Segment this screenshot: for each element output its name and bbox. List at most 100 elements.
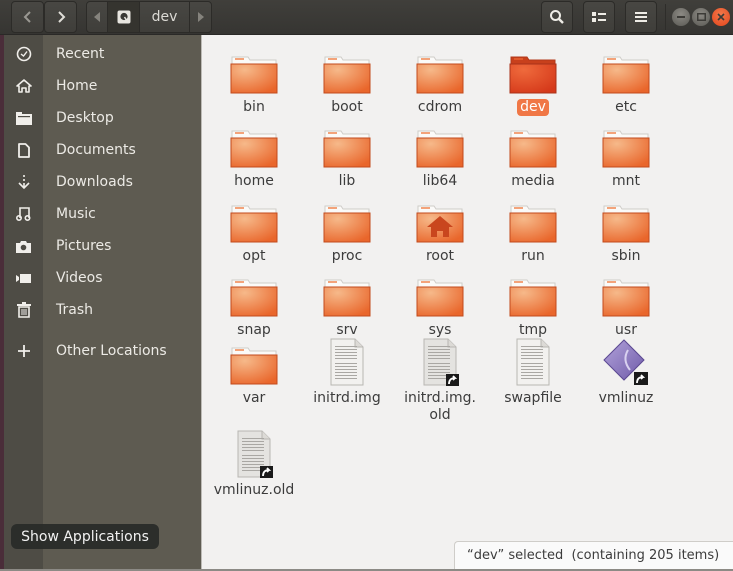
folder-icon — [509, 121, 557, 169]
file-item-vmlinuz[interactable]: vmlinuz — [581, 338, 671, 407]
maximize-button[interactable] — [692, 8, 710, 26]
video-icon — [4, 273, 43, 284]
file-manager-window: dev Recent Home Desktop Documents Downlo… — [0, 0, 733, 571]
text-file-symlink-icon — [416, 338, 464, 386]
file-name-label: srv — [336, 322, 358, 338]
file-item-cdrom[interactable]: cdrom — [395, 47, 485, 116]
path-segment-dev[interactable]: dev — [140, 2, 190, 32]
forward-button[interactable] — [44, 1, 77, 33]
file-name-label: media — [511, 173, 555, 189]
file-item-usr[interactable]: usr — [581, 270, 671, 339]
sidebar-item-music[interactable]: Music — [4, 198, 201, 230]
file-item-mnt[interactable]: mnt — [581, 121, 671, 190]
file-item-lib[interactable]: lib — [302, 121, 392, 190]
folder-icon — [230, 338, 278, 386]
file-item-swapfile[interactable]: swapfile — [488, 338, 578, 407]
music-icon — [4, 207, 43, 221]
path-segment-label: dev — [151, 9, 178, 25]
folder-icon — [230, 196, 278, 244]
sidebar-item-recent[interactable]: Recent — [4, 38, 201, 70]
camera-icon — [4, 240, 43, 253]
sidebar-item-label: Videos — [56, 270, 103, 286]
file-name-label: usr — [615, 322, 637, 338]
file-item-media[interactable]: media — [488, 121, 578, 190]
places-sidebar: Recent Home Desktop Documents Downloads … — [4, 35, 201, 571]
file-item-run[interactable]: run — [488, 196, 578, 265]
list-view-icon — [592, 12, 606, 22]
file-item-opt[interactable]: opt — [209, 196, 299, 265]
search-button[interactable] — [541, 1, 573, 33]
clock-icon — [4, 46, 43, 62]
file-name-label: run — [521, 248, 545, 264]
chevron-left-icon — [23, 11, 31, 23]
search-icon — [550, 10, 564, 24]
folder-icon — [416, 47, 464, 95]
triangle-left-icon — [94, 12, 100, 22]
folder-icon — [602, 47, 650, 95]
sidebar-item-videos[interactable]: Videos — [4, 262, 201, 294]
folder-icon — [509, 196, 557, 244]
folder-icon — [323, 196, 371, 244]
sidebar-item-desktop[interactable]: Desktop — [4, 102, 201, 134]
file-item-initrd-img[interactable]: initrd.img — [302, 338, 392, 407]
close-icon — [717, 13, 725, 21]
plus-icon — [4, 345, 43, 357]
file-name-label: bin — [243, 99, 265, 115]
sidebar-item-label: Downloads — [56, 174, 133, 190]
sidebar-item-label: Music — [56, 206, 96, 222]
sidebar-item-label: Home — [56, 78, 98, 94]
folder-icon — [323, 270, 371, 318]
file-item-etc[interactable]: etc — [581, 47, 671, 116]
file-item-sbin[interactable]: sbin — [581, 196, 671, 265]
file-item-initrd-img-old[interactable]: initrd.img. old — [395, 338, 485, 424]
sidebar-item-documents[interactable]: Documents — [4, 134, 201, 166]
file-name-label: swapfile — [504, 390, 562, 406]
sidebar-item-label: Desktop — [56, 110, 114, 126]
sidebar-item-label: Pictures — [56, 238, 112, 254]
download-icon — [4, 174, 43, 190]
path-root-button[interactable] — [108, 2, 140, 32]
path-scroll-left-button[interactable] — [87, 2, 108, 32]
file-name-label: vmlinuz.old — [213, 482, 295, 498]
file-name-label: lib64 — [422, 173, 458, 189]
back-button[interactable] — [11, 1, 44, 33]
sidebar-item-label: Documents — [56, 142, 136, 158]
sidebar-item-home[interactable]: Home — [4, 70, 201, 102]
file-item-home[interactable]: home — [209, 121, 299, 190]
folder-icon — [416, 270, 464, 318]
minimize-button[interactable] — [672, 8, 690, 26]
file-name-label: sys — [428, 322, 452, 338]
sidebar-item-trash[interactable]: Trash — [4, 294, 201, 326]
folder-icon — [509, 47, 557, 95]
sidebar-item-other-locations[interactable]: Other Locations — [4, 335, 201, 367]
file-item-lib64[interactable]: lib64 — [395, 121, 485, 190]
file-item-srv[interactable]: srv — [302, 270, 392, 339]
sidebar-item-label: Other Locations — [56, 343, 167, 359]
folder-icon — [602, 196, 650, 244]
file-item-boot[interactable]: boot — [302, 47, 392, 116]
file-item-proc[interactable]: proc — [302, 196, 392, 265]
path-scroll-right-button[interactable] — [190, 2, 211, 32]
file-name-label: boot — [331, 99, 363, 115]
header-bar: dev — [0, 0, 733, 35]
view-toggle-button[interactable] — [583, 1, 615, 33]
main-menu-button[interactable] — [625, 1, 657, 33]
file-item-dev[interactable]: dev — [488, 47, 578, 116]
close-button[interactable] — [712, 8, 730, 26]
file-item-bin[interactable]: bin — [209, 47, 299, 116]
home-icon — [4, 79, 43, 93]
sidebar-item-downloads[interactable]: Downloads — [4, 166, 201, 198]
sidebar-item-pictures[interactable]: Pictures — [4, 230, 201, 262]
file-name-label: etc — [615, 99, 637, 115]
file-item-root[interactable]: root — [395, 196, 485, 265]
file-item-tmp[interactable]: tmp — [488, 270, 578, 339]
file-item-sys[interactable]: sys — [395, 270, 485, 339]
file-item-snap[interactable]: snap — [209, 270, 299, 339]
folder-icon — [416, 121, 464, 169]
text-file-icon — [323, 338, 371, 386]
file-item-var[interactable]: var — [209, 338, 299, 407]
file-item-vmlinuz-old[interactable]: vmlinuz.old — [209, 430, 299, 499]
path-bar: dev — [86, 1, 212, 33]
file-name-label: cdrom — [417, 99, 463, 115]
file-name-label: initrd.img — [313, 390, 381, 406]
